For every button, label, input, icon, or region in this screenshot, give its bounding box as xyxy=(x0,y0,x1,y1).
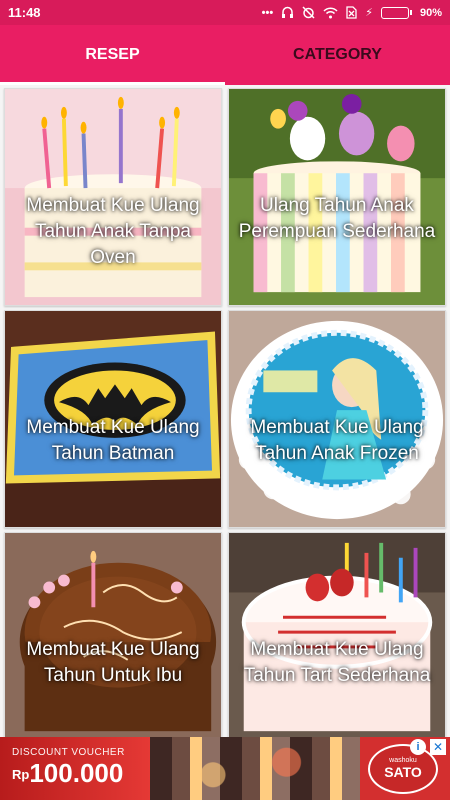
ad-voucher-block: DISCOUNT VOUCHER Rp100.000 xyxy=(0,737,150,800)
status-icons: ••• ⚡ 90% xyxy=(262,6,442,19)
recipe-card[interactable]: Membuat Kue Ulang Tahun Tart Sederhana xyxy=(228,532,446,750)
recipe-card[interactable]: Ulang Tahun Anak Perempuan Sederhana xyxy=(228,88,446,306)
recipe-grid: Membuat Kue Ulang Tahun Anak Tanpa Oven xyxy=(0,85,450,750)
sim-x-icon xyxy=(346,6,357,19)
headset-icon xyxy=(282,6,294,18)
tab-bar: RESEP CATEGORY xyxy=(0,25,450,85)
tab-category[interactable]: CATEGORY xyxy=(225,25,450,85)
alarm-off-icon xyxy=(302,6,315,19)
recipe-title: Membuat Kue Ulang Tahun Batman xyxy=(26,417,200,464)
status-time: 11:48 xyxy=(8,5,41,20)
recipe-title: Membuat Kue Ulang Tahun Untuk Ibu xyxy=(26,639,200,686)
recipe-card[interactable]: Membuat Kue Ulang Tahun Untuk Ibu xyxy=(4,532,222,750)
ad-brand-small: washoku xyxy=(389,757,417,764)
recipe-card[interactable]: Membuat Kue Ulang Tahun Anak Tanpa Oven xyxy=(4,88,222,306)
ad-amount-value: 100.000 xyxy=(29,757,124,788)
more-icon: ••• xyxy=(261,6,274,19)
ad-banner[interactable]: DISCOUNT VOUCHER Rp100.000 washoku SATO … xyxy=(0,737,450,800)
ad-brand-logo: washoku SATO xyxy=(368,743,438,794)
wifi-icon xyxy=(323,6,338,18)
close-icon[interactable]: ✕ xyxy=(430,739,446,755)
recipe-card[interactable]: Membuat Kue Ulang Tahun Anak Frozen xyxy=(228,310,446,528)
ad-food-image xyxy=(150,737,360,800)
tab-resep[interactable]: RESEP xyxy=(0,25,225,85)
recipe-title: Membuat Kue Ulang Tahun Anak Frozen xyxy=(250,417,424,464)
ad-currency: Rp xyxy=(12,767,30,783)
status-bar: 11:48 ••• ⚡ 90% xyxy=(0,0,450,25)
recipe-title: Ulang Tahun Anak Perempuan Sederhana xyxy=(238,195,436,242)
charging-icon: ⚡ xyxy=(365,7,373,19)
battery-percent: 90% xyxy=(419,6,442,19)
battery-icon xyxy=(380,6,412,19)
ad-amount: Rp100.000 xyxy=(12,758,150,790)
recipe-title: Membuat Kue Ulang Tahun Tart Sederhana xyxy=(243,639,431,686)
recipe-card[interactable]: Membuat Kue Ulang Tahun Batman xyxy=(4,310,222,528)
recipe-title: Membuat Kue Ulang Tahun Anak Tanpa Oven xyxy=(26,195,200,268)
info-icon[interactable]: i xyxy=(410,739,426,755)
tab-label: RESEP xyxy=(85,46,140,63)
ad-brand: SATO xyxy=(384,764,422,780)
tab-label: CATEGORY xyxy=(293,46,382,63)
ad-voucher-label: DISCOUNT VOUCHER xyxy=(12,746,125,758)
